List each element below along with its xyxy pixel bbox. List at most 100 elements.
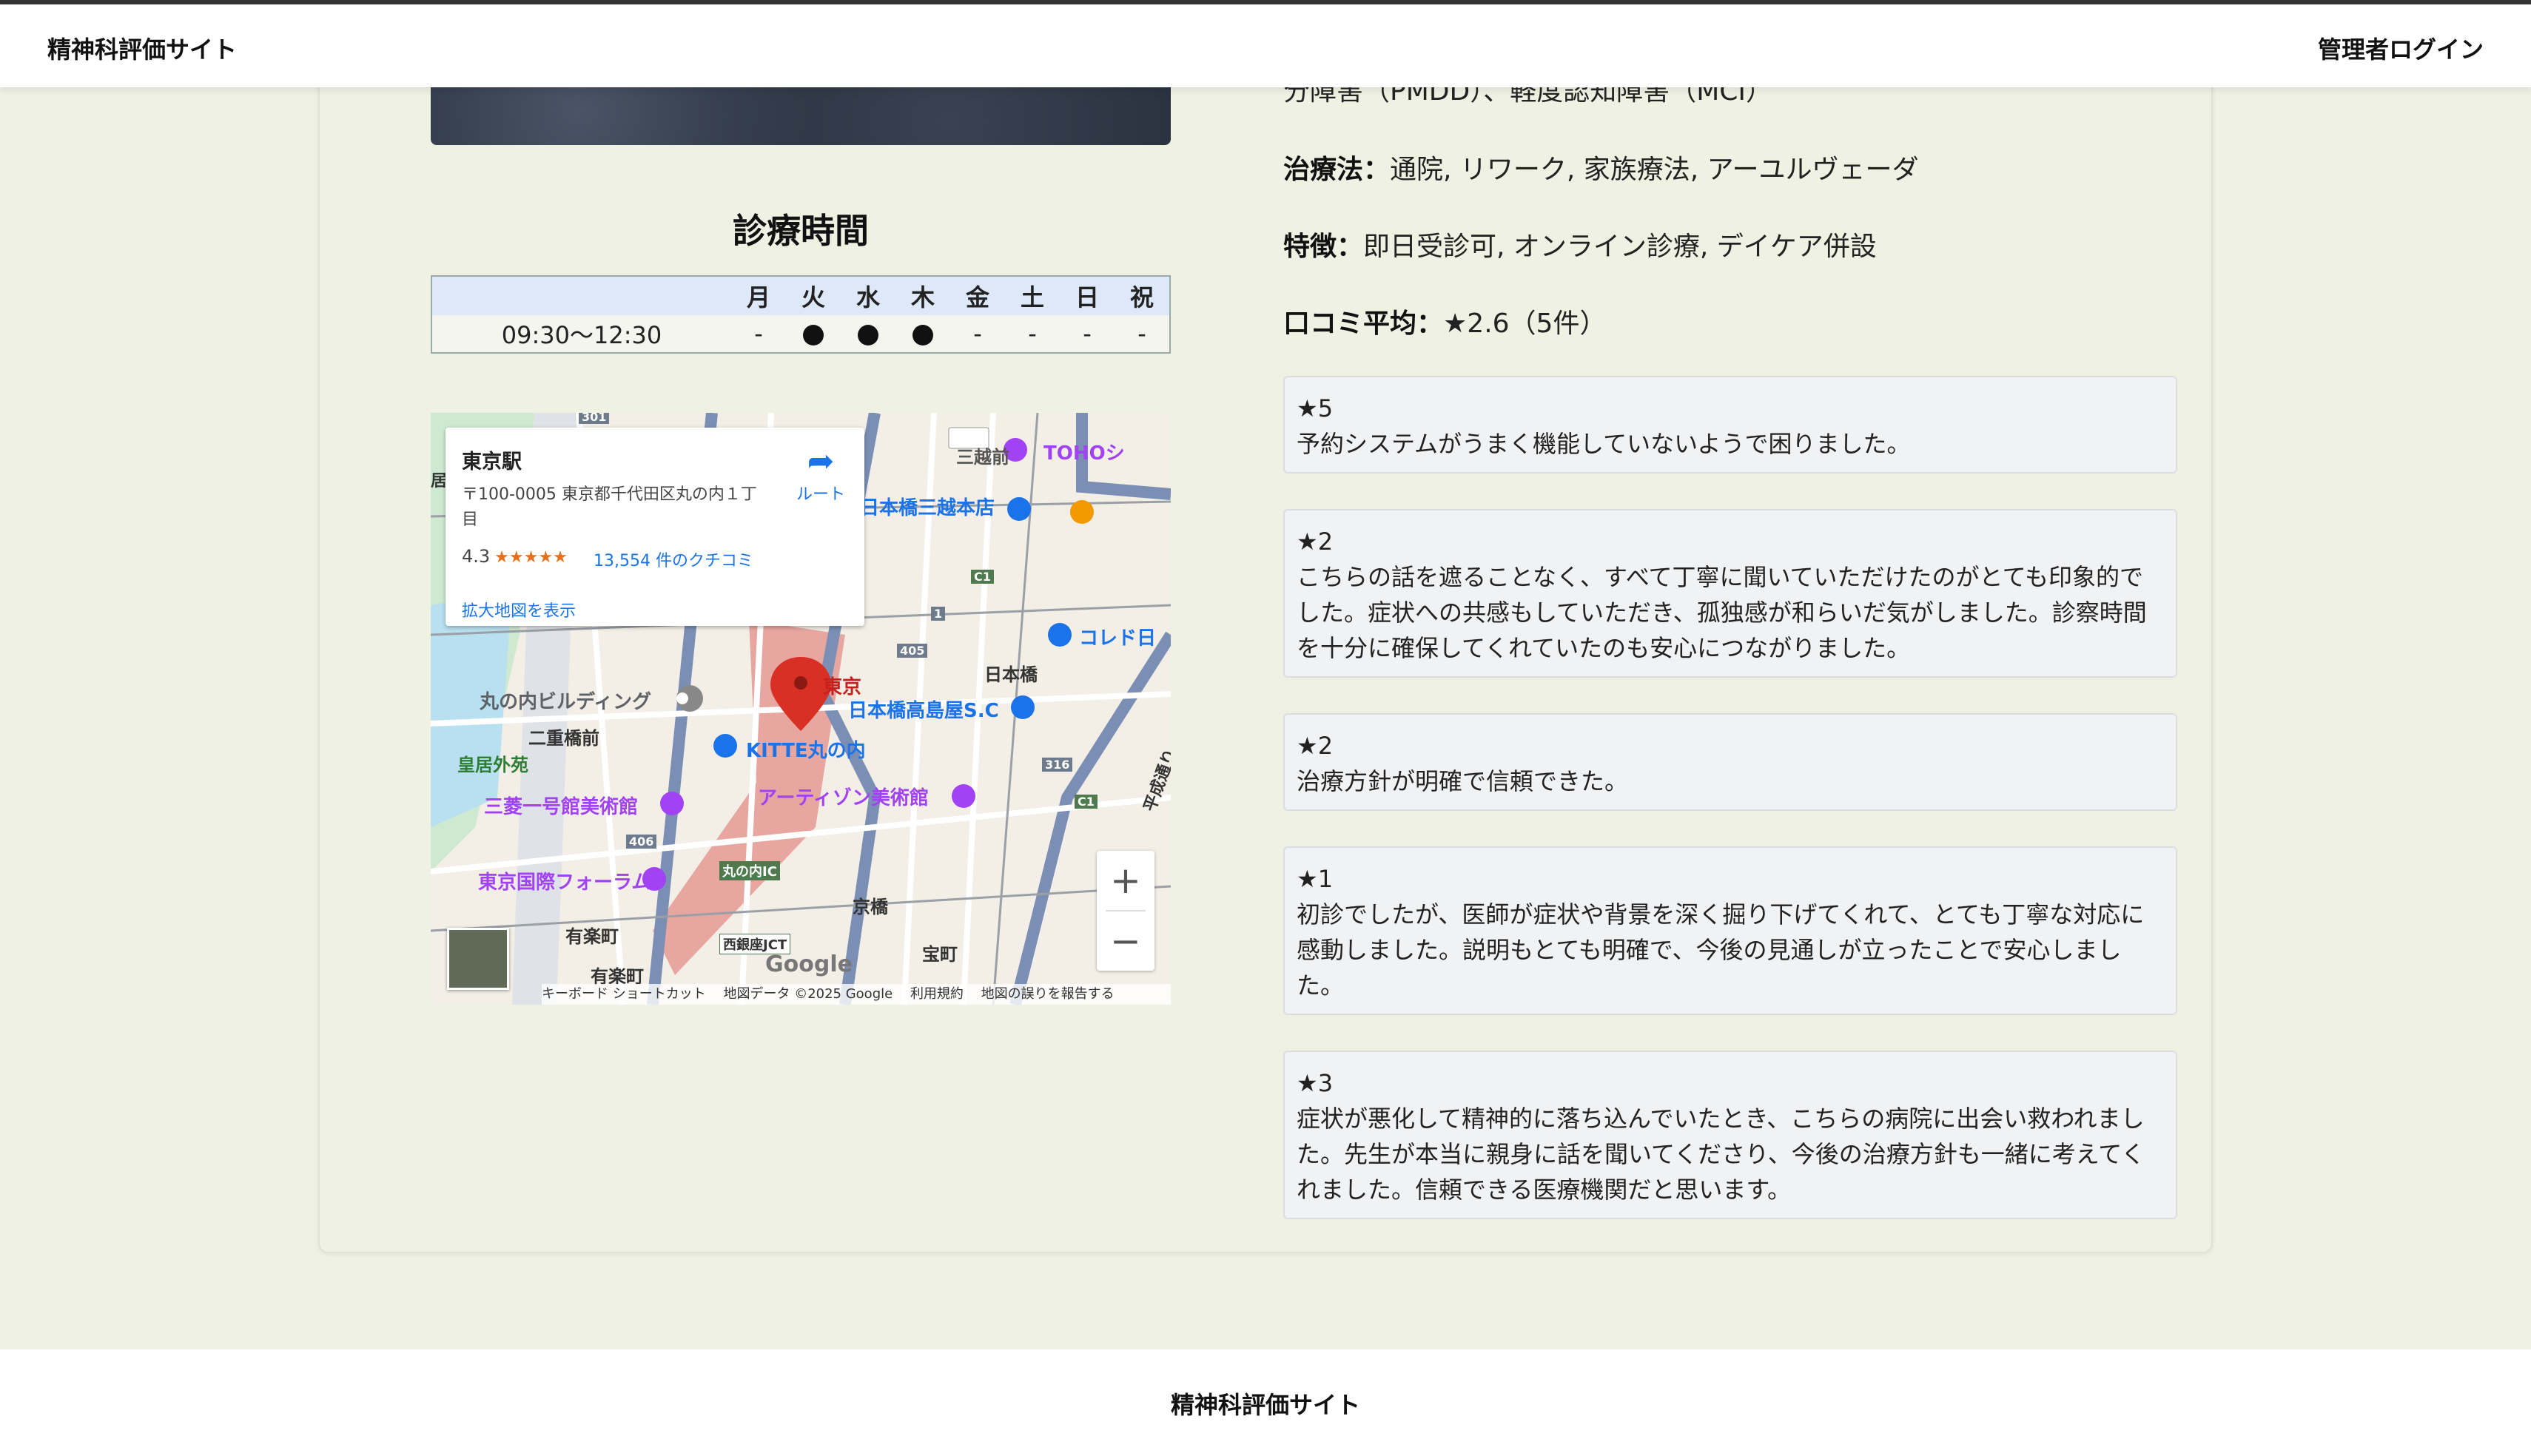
place-address: 〒100-0005 東京都千代田区丸の内１丁目: [462, 485, 757, 529]
review-card: ★2 こちらの話を遮ることなく、すべて丁寧に聞いていただけたのがとても印象的でし…: [1283, 509, 2177, 678]
road-sign: 301: [579, 413, 610, 424]
road-sign: C1: [1075, 795, 1098, 809]
map-data-credit: 地図データ ©2025 Google: [723, 986, 893, 1002]
enlarge-map-link[interactable]: 拡大地図を表示: [462, 598, 576, 621]
map-label: 三菱一号館美術館: [484, 796, 639, 818]
rating-number: 4.3: [462, 546, 491, 567]
map-label: 二重橋前: [528, 728, 599, 749]
map-label: 宝町: [922, 944, 958, 965]
road-sign: 405: [897, 644, 928, 658]
hours-cell: [895, 315, 950, 353]
treatment-line: 治療法：通院, リワーク, 家族療法, アーユルヴェーダ: [1283, 148, 1919, 186]
clinic-photo: [431, 87, 1171, 145]
review-stars: ★3: [1297, 1069, 1334, 1097]
route-icon: ➦: [807, 442, 835, 480]
report-error-link[interactable]: 地図の誤りを報告する: [981, 986, 1115, 1002]
rating-label: 口コミ平均：: [1283, 309, 1444, 339]
review-card: ★5 予約システムがうまく機能していないようで困りました。: [1283, 376, 2177, 473]
day-header: 月: [731, 276, 786, 315]
review-card: ★3 症状が悪化して精神的に落ち込んでいたとき、こちらの病院に出会い救われました…: [1283, 1051, 2177, 1219]
hours-time-header: [431, 276, 731, 315]
review-stars: ★2: [1297, 732, 1334, 760]
footer-brand: 精神科評価サイト: [1170, 1391, 1360, 1419]
review-text: こちらの話を遮ることなく、すべて丁寧に聞いていただけたのがとても印象的でした。症…: [1297, 563, 2147, 662]
terms-link[interactable]: 利用規約: [910, 986, 964, 1002]
zoom-in-button[interactable]: +: [1097, 851, 1154, 910]
hours-cell: -: [1115, 315, 1170, 353]
route-button[interactable]: ➦ ルート: [787, 445, 854, 505]
features-label: 特徴：: [1283, 232, 1364, 262]
hours-table: 月 火 水 木 金 土 日 祝 09:30〜12:30 - - - - -: [431, 275, 1171, 354]
review-text: 治療方針が明確で信頼できた。: [1297, 767, 1629, 795]
route-label: ルート: [796, 485, 845, 504]
satellite-icon[interactable]: [447, 928, 509, 990]
review-stars: ★2: [1297, 528, 1334, 556]
map-label: コレド日: [1079, 627, 1157, 650]
day-header: 木: [895, 276, 950, 315]
review-card: ★1 初診でしたが、医師が症状や背景を深く掘り下げてくれて、とても丁寧な対応に感…: [1283, 846, 2177, 1015]
map-info-window: 東京駅 〒100-0005 東京都千代田区丸の内１丁目 4.3 ★★★★★ 13,…: [446, 428, 864, 626]
features-value: 即日受診可, オンライン診療, デイケア併設: [1363, 232, 1877, 262]
map-label: アーティゾン美術館: [758, 787, 929, 809]
open-dot-icon: [858, 325, 878, 346]
hours-time: 09:30〜12:30: [431, 315, 731, 353]
day-header: 日: [1060, 276, 1115, 315]
site-footer: 精神科評価サイト: [0, 1349, 2531, 1456]
map-label: 居: [431, 472, 448, 491]
zoom-control: + −: [1097, 851, 1154, 971]
road-sign: 1: [931, 607, 946, 621]
admin-login-link[interactable]: 管理者ログイン: [2318, 31, 2484, 65]
day-header: 土: [1005, 276, 1060, 315]
features-line: 特徴：即日受診可, オンライン診療, デイケア併設: [1283, 225, 1877, 263]
review-stars: ★5: [1297, 394, 1334, 422]
rating-stars: ★★★★★: [494, 548, 568, 567]
open-dot-icon: [803, 325, 824, 346]
map-label: 東京国際フォーラム: [478, 872, 651, 894]
day-header: 水: [841, 276, 895, 315]
hours-row: 09:30〜12:30 - - - - -: [431, 315, 1170, 353]
hours-cell: -: [1060, 315, 1115, 353]
map-label: KITTE丸の内: [746, 740, 866, 762]
map-label: 日本橋高島屋S.C: [848, 700, 999, 722]
zoom-out-button[interactable]: −: [1097, 911, 1154, 971]
map-label: 丸の内ビルディング: [480, 691, 652, 713]
map-label: 京橋: [853, 897, 888, 917]
hours-cell: -: [731, 315, 786, 353]
keyboard-shortcuts-link[interactable]: キーボード ショートカット: [542, 986, 706, 1002]
hours-cell: -: [950, 315, 1005, 353]
day-header: 金: [950, 276, 1005, 315]
place-rating: 4.3 ★★★★★: [462, 546, 568, 567]
hours-cell: [786, 315, 841, 353]
rating-line: 口コミ平均：★2.6（5件）: [1283, 302, 1606, 340]
hours-cell: [841, 315, 895, 353]
review-text: 予約システムがうまく機能していないようで困りました。: [1297, 430, 1911, 458]
day-header: 火: [786, 276, 841, 315]
map-attribution: キーボード ショートカット 地図データ ©2025 Google 利用規約 地図…: [542, 984, 1171, 1005]
treatment-label: 治療法：: [1283, 155, 1391, 185]
map-label: 日本橋三越本店: [860, 497, 995, 519]
open-dot-icon: [912, 325, 933, 346]
map-label: 三越前: [956, 447, 1009, 468]
map-label: 日本橋: [984, 664, 1038, 685]
site-brand[interactable]: 精神科評価サイト: [47, 31, 237, 65]
map-label: TOHOシ: [1043, 442, 1125, 465]
place-reviews-link[interactable]: 13,554 件のクチコミ: [594, 547, 753, 571]
review-card: ★2 治療方針が明確で信頼できた。: [1283, 713, 2177, 811]
treatment-value: 通院, リワーク, 家族療法, アーユルヴェーダ: [1390, 155, 1919, 185]
review-text: 初診でしたが、医師が症状や背景を深く掘り下げてくれて、とても丁寧な対応に感動しま…: [1297, 900, 2145, 1000]
top-navbar: 精神科評価サイト 管理者ログイン: [0, 0, 2531, 87]
map-label: 有楽町: [565, 926, 619, 947]
place-name: 東京駅: [462, 451, 522, 473]
google-map[interactable]: 三越前 TOHOシ 日本橋三越本店 コレド日 日本橋 東京 日本橋高島屋S.C …: [431, 413, 1171, 1005]
map-label: 皇居外苑: [457, 755, 528, 775]
day-header: 祝: [1115, 276, 1170, 315]
map-label: 丸の内IC: [719, 861, 780, 880]
review-stars: ★1: [1297, 865, 1334, 893]
road-sign: C1: [971, 570, 994, 584]
hours-cell: -: [1005, 315, 1060, 353]
rating-value: ★2.6（5件）: [1443, 309, 1607, 339]
road-sign: 406: [626, 835, 657, 849]
review-text: 症状が悪化して精神的に落ち込んでいたとき、こちらの病院に出会い救われました。先生…: [1297, 1105, 2145, 1204]
road-sign: 316: [1042, 758, 1073, 772]
hours-header-row: 月 火 水 木 金 土 日 祝: [431, 276, 1170, 315]
